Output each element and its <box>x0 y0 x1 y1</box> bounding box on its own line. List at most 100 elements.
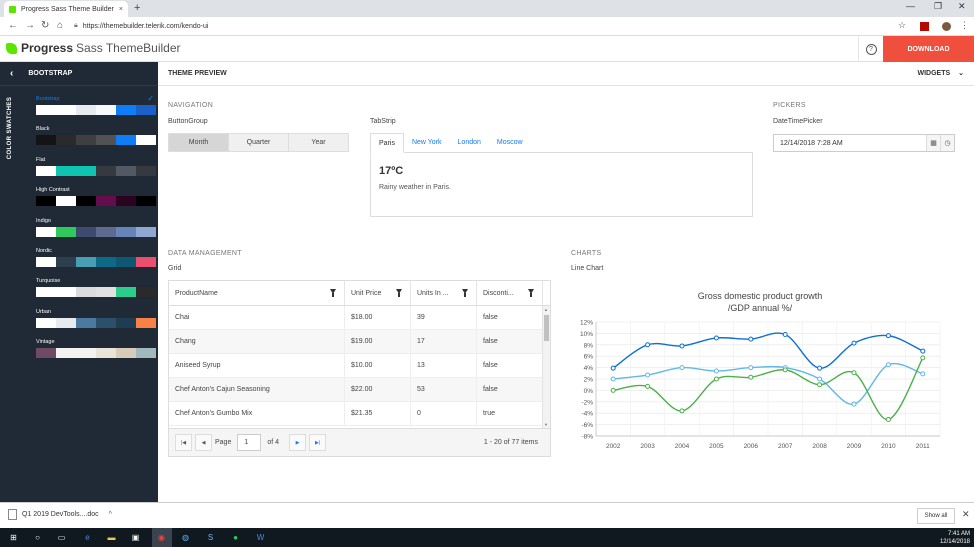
line-chart: Gross domestic product growth/GDP annual… <box>580 291 941 450</box>
scroll-up-icon[interactable]: ▲ <box>544 307 548 312</box>
swatch-black[interactable]: Black <box>36 126 156 146</box>
tab-new-york[interactable]: New York <box>404 133 450 152</box>
table-cell: false <box>477 378 543 401</box>
profile-avatar[interactable] <box>942 22 951 31</box>
page-input[interactable]: 1 <box>237 434 262 451</box>
y-tick-label: 10% <box>580 331 593 338</box>
new-tab-button[interactable]: + <box>134 2 140 14</box>
pdf-extension-icon[interactable] <box>920 22 929 31</box>
year-button[interactable]: Year <box>289 134 348 151</box>
store-icon[interactable]: ▣ <box>130 532 141 543</box>
last-page-icon[interactable]: ▶| <box>309 434 327 451</box>
next-page-icon[interactable]: ▶ <box>289 434 307 451</box>
scroll-down-icon[interactable]: ▼ <box>544 422 548 427</box>
word-icon[interactable]: W <box>255 532 266 543</box>
color-swatches-text: COLOR SWATCHES <box>7 96 13 160</box>
table-row[interactable]: Chang $19.00 17 false <box>169 330 550 354</box>
swatch-bootstrap[interactable]: Bootstrap ✓ <box>36 94 156 115</box>
column-header-productname[interactable]: ProductName <box>169 281 345 305</box>
menu-icon[interactable]: ⋮ <box>960 20 969 31</box>
tab-moscow[interactable]: Moscow <box>489 133 531 152</box>
tab-london[interactable]: London <box>450 133 489 152</box>
table-cell: Chef Anton's Gumbo Mix <box>169 402 345 425</box>
minimize-icon[interactable]: — <box>906 1 915 11</box>
table-cell: true <box>477 402 543 425</box>
progress-logo-icon <box>6 42 17 54</box>
widgets-dropdown[interactable]: WIDGETS ⌄ <box>918 69 965 77</box>
column-header-unitprice[interactable]: Unit Price <box>345 281 411 305</box>
series-point-1 <box>920 371 926 377</box>
spotify-icon[interactable]: ● <box>230 532 241 543</box>
window-close-icon[interactable]: ✕ <box>958 1 966 12</box>
search-icon[interactable]: ○ <box>32 532 43 543</box>
table-row[interactable]: Chai $18.00 39 false <box>169 306 550 330</box>
browser-tab[interactable]: Progress Sass Theme Builder × <box>4 1 128 17</box>
swatch-color <box>96 287 116 298</box>
help-button[interactable]: ? <box>858 36 883 62</box>
prev-page-icon[interactable]: ◀ <box>195 434 212 451</box>
column-header-unitsinstock[interactable]: Units In ... <box>411 281 477 305</box>
series-point-2 <box>782 367 788 373</box>
skype-icon[interactable]: S <box>205 532 216 543</box>
swatch-urban[interactable]: Urban <box>36 309 156 328</box>
restore-icon[interactable]: ❐ <box>934 1 942 12</box>
swatch-color <box>136 196 156 207</box>
table-cell: 17 <box>411 330 477 353</box>
chrome-icon[interactable]: ◉ <box>156 532 167 543</box>
download-bar-close-icon[interactable]: ✕ <box>962 509 970 520</box>
quarter-button[interactable]: Quarter <box>229 134 289 151</box>
swatch-color <box>136 226 156 237</box>
show-all-button[interactable]: Show all <box>917 508 955 524</box>
table-row[interactable]: Aniseed Syrup $10.00 13 false <box>169 354 550 378</box>
file-explorer-icon[interactable]: ▬ <box>106 532 117 543</box>
tab-close-icon[interactable]: × <box>119 6 123 13</box>
download-item[interactable]: Q1 2019 DevTools....doc ^ <box>8 509 112 520</box>
datetime-input[interactable]: 12/14/2018 7:28 AM <box>774 135 926 151</box>
table-row[interactable]: Chef Anton's Gumbo Mix $21.35 0 true <box>169 402 550 426</box>
calendar-icon[interactable]: ▦ <box>926 135 940 151</box>
month-button[interactable]: Month <box>169 134 229 151</box>
swatch-color <box>116 226 136 237</box>
outlook-icon[interactable]: ◍ <box>180 532 191 543</box>
swatch-color <box>136 287 156 298</box>
edge-icon[interactable]: e <box>82 532 93 543</box>
column-header-discontinued[interactable]: Disconti... <box>477 281 543 305</box>
back-icon[interactable]: ← <box>8 20 18 31</box>
back-chevron-icon[interactable]: ‹ <box>10 68 13 79</box>
table-row[interactable]: Chef Anton's Cajun Seasoning $22.00 53 fals… <box>169 378 550 402</box>
forward-icon[interactable]: → <box>25 20 35 31</box>
star-icon[interactable]: ☆ <box>898 20 906 31</box>
swatch-vintage[interactable]: Vintage <box>36 339 156 359</box>
chevron-up-icon[interactable]: ^ <box>109 511 112 518</box>
scroll-thumb[interactable] <box>544 315 549 341</box>
task-view-icon[interactable]: ▭ <box>56 532 67 543</box>
logo-brand: Progress <box>21 41 74 55</box>
tab-paris[interactable]: Paris <box>370 133 404 153</box>
filter-icon[interactable] <box>462 289 468 297</box>
home-icon[interactable]: ⌂ <box>57 20 63 31</box>
filter-icon[interactable] <box>396 289 402 297</box>
filter-icon[interactable] <box>528 289 534 297</box>
clock-icon[interactable]: ◷ <box>940 135 954 151</box>
y-tick-label: -6% <box>581 422 593 429</box>
swatch-nordic[interactable]: Nordic <box>36 248 156 267</box>
windows-start-icon[interactable]: ⊞ <box>8 532 19 543</box>
url-bar[interactable]: 🔒︎ https://themebuilder.telerik.com/kend… <box>74 19 894 33</box>
swatch-high-contrast[interactable]: High Contrast <box>36 187 156 207</box>
y-tick-label: 6% <box>584 354 594 361</box>
swatch-turquoise[interactable]: Turquoise <box>36 278 156 298</box>
datetime-picker[interactable]: 12/14/2018 7:28 AM ▦ ◷ <box>773 134 955 152</box>
first-page-icon[interactable]: |◀ <box>175 434 192 451</box>
swatch-color <box>76 317 96 328</box>
system-clock[interactable]: 7:41 AM 12/14/2018 <box>940 530 970 546</box>
download-button[interactable]: DOWNLOAD <box>883 36 974 62</box>
swatch-name: Urban <box>36 308 51 315</box>
reload-icon[interactable]: ↻ <box>41 20 49 31</box>
table-cell: 39 <box>411 306 477 329</box>
y-tick-label: -8% <box>581 434 593 441</box>
check-icon: ✓ <box>147 94 154 103</box>
grid-scrollbar[interactable]: ▲ ▼ <box>542 306 550 428</box>
filter-icon[interactable] <box>330 289 336 297</box>
swatch-indigo[interactable]: Indigo <box>36 218 156 237</box>
swatch-flat[interactable]: Flat <box>36 157 156 176</box>
